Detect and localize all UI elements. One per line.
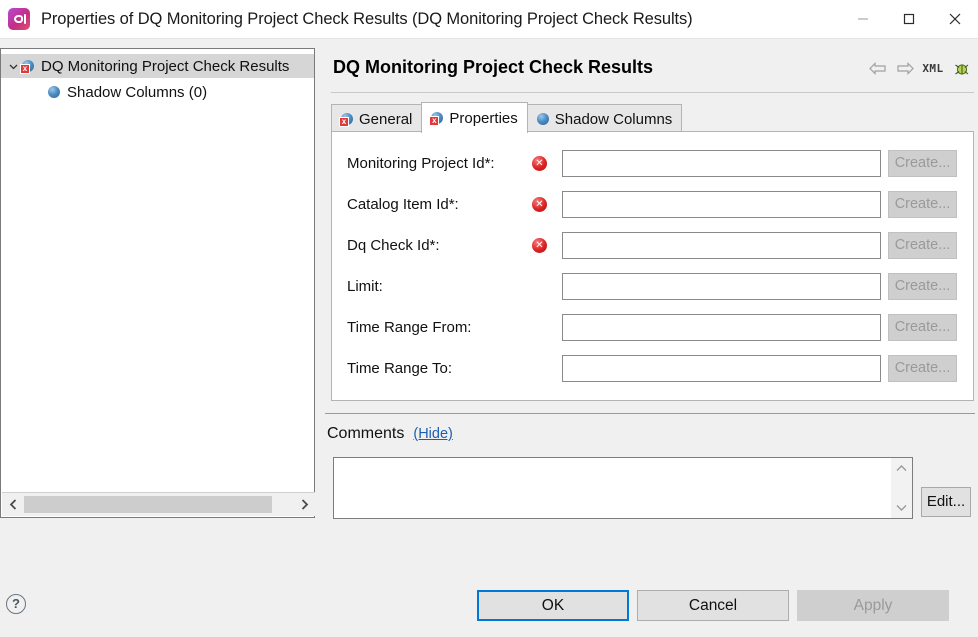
comments-textarea[interactable] (334, 458, 891, 518)
scroll-down-icon[interactable] (895, 501, 908, 514)
sphere-error-icon: x (21, 59, 35, 73)
field-label: Dq Check Id*: (332, 237, 532, 254)
tree-item-label: Shadow Columns (0) (67, 84, 207, 101)
apply-button: Apply (797, 590, 949, 621)
monitoring-project-id-input[interactable] (562, 150, 881, 177)
error-icon: ✕ (532, 238, 547, 253)
scroll-up-icon[interactable] (895, 462, 908, 475)
header-toolbar: XML (866, 58, 972, 78)
error-icon: ✕ (532, 197, 547, 212)
dialog-button-bar: OK Cancel Apply (477, 590, 949, 621)
limit-input[interactable] (562, 273, 881, 300)
scrollbar-thumb[interactable] (24, 496, 272, 513)
tab-shadow-columns[interactable]: Shadow Columns (527, 104, 683, 133)
object-tree-panel[interactable]: x DQ Monitoring Project Check Results Sh… (0, 48, 315, 518)
sphere-icon (536, 112, 550, 126)
maximize-button[interactable] (886, 0, 932, 38)
app-logo-icon (8, 8, 30, 30)
create-button-monitoring-project-id[interactable]: Create... (888, 150, 957, 177)
tab-properties[interactable]: x Properties (421, 102, 527, 133)
tree-item-label: DQ Monitoring Project Check Results (41, 58, 289, 75)
minimize-icon (856, 12, 870, 26)
sphere-error-icon: x (340, 112, 354, 126)
field-label: Catalog Item Id*: (332, 196, 532, 213)
ok-button[interactable]: OK (477, 590, 629, 621)
tab-label: Properties (449, 110, 517, 127)
chevron-down-icon[interactable] (5, 58, 21, 74)
tab-strip: x General x Properties Shadow Columns (331, 101, 974, 132)
catalog-item-id-input[interactable] (562, 191, 881, 218)
time-range-to-input[interactable] (562, 355, 881, 382)
time-range-from-input[interactable] (562, 314, 881, 341)
tab-general[interactable]: x General (331, 104, 422, 133)
close-button[interactable] (932, 0, 978, 38)
field-label: Monitoring Project Id*: (332, 155, 532, 172)
field-error-slot: ✕ (532, 197, 562, 212)
tree-horizontal-scrollbar[interactable] (2, 492, 315, 516)
comments-hide-link[interactable]: (Hide) (413, 426, 452, 442)
forward-arrow-icon[interactable] (894, 58, 916, 78)
tree-item-shadow-columns[interactable]: Shadow Columns (0) (1, 80, 314, 104)
minimize-button[interactable] (840, 0, 886, 38)
sphere-icon (47, 85, 61, 99)
create-button-catalog-item-id[interactable]: Create... (888, 191, 957, 218)
create-button-limit[interactable]: Create... (888, 273, 957, 300)
tree-item-dq-monitoring-project-check-results[interactable]: x DQ Monitoring Project Check Results (1, 54, 314, 78)
form-row-monitoring-project-id: Monitoring Project Id*: ✕ Create... (332, 143, 973, 184)
tab-label: General (359, 111, 412, 128)
close-icon (947, 11, 963, 27)
comments-title: Comments (327, 425, 404, 443)
properties-form-panel: Monitoring Project Id*: ✕ Create... Cata… (331, 131, 974, 401)
cancel-button[interactable]: Cancel (637, 590, 789, 621)
field-error-slot: ✕ (532, 156, 562, 171)
page-title: DQ Monitoring Project Check Results (333, 57, 653, 78)
dq-check-id-input[interactable] (562, 232, 881, 259)
maximize-icon (902, 12, 916, 26)
field-label: Time Range From: (332, 319, 532, 336)
chevron-right-icon[interactable] (293, 494, 315, 516)
window-title: Properties of DQ Monitoring Project Chec… (41, 10, 693, 29)
tab-label: Shadow Columns (555, 111, 673, 128)
form-row-limit: Limit: Create... (332, 266, 973, 307)
field-error-slot: ✕ (532, 238, 562, 253)
debug-bug-icon[interactable] (950, 58, 972, 78)
comments-header: Comments (Hide) (327, 425, 453, 443)
comments-edit-button[interactable]: Edit... (921, 487, 971, 517)
titlebar-divider (0, 38, 978, 39)
comments-vertical-scrollbar[interactable] (891, 458, 912, 518)
section-divider (325, 413, 975, 414)
field-label: Limit: (332, 278, 532, 295)
form-row-catalog-item-id: Catalog Item Id*: ✕ Create... (332, 184, 973, 225)
create-button-time-range-to[interactable]: Create... (888, 355, 957, 382)
title-bar: Properties of DQ Monitoring Project Chec… (0, 0, 978, 38)
back-arrow-icon[interactable] (866, 58, 888, 78)
form-row-dq-check-id: Dq Check Id*: ✕ Create... (332, 225, 973, 266)
xml-icon[interactable]: XML (922, 58, 944, 78)
comments-box (333, 457, 913, 519)
error-icon: ✕ (532, 156, 547, 171)
help-icon[interactable]: ? (6, 594, 26, 614)
window-controls (840, 0, 978, 38)
sphere-error-icon: x (430, 111, 444, 125)
field-label: Time Range To: (332, 360, 532, 377)
form-row-time-range-to: Time Range To: Create... (332, 348, 973, 389)
form-row-time-range-from: Time Range From: Create... (332, 307, 973, 348)
header-divider (331, 92, 974, 93)
chevron-left-icon[interactable] (2, 494, 24, 516)
create-button-dq-check-id[interactable]: Create... (888, 232, 957, 259)
create-button-time-range-from[interactable]: Create... (888, 314, 957, 341)
